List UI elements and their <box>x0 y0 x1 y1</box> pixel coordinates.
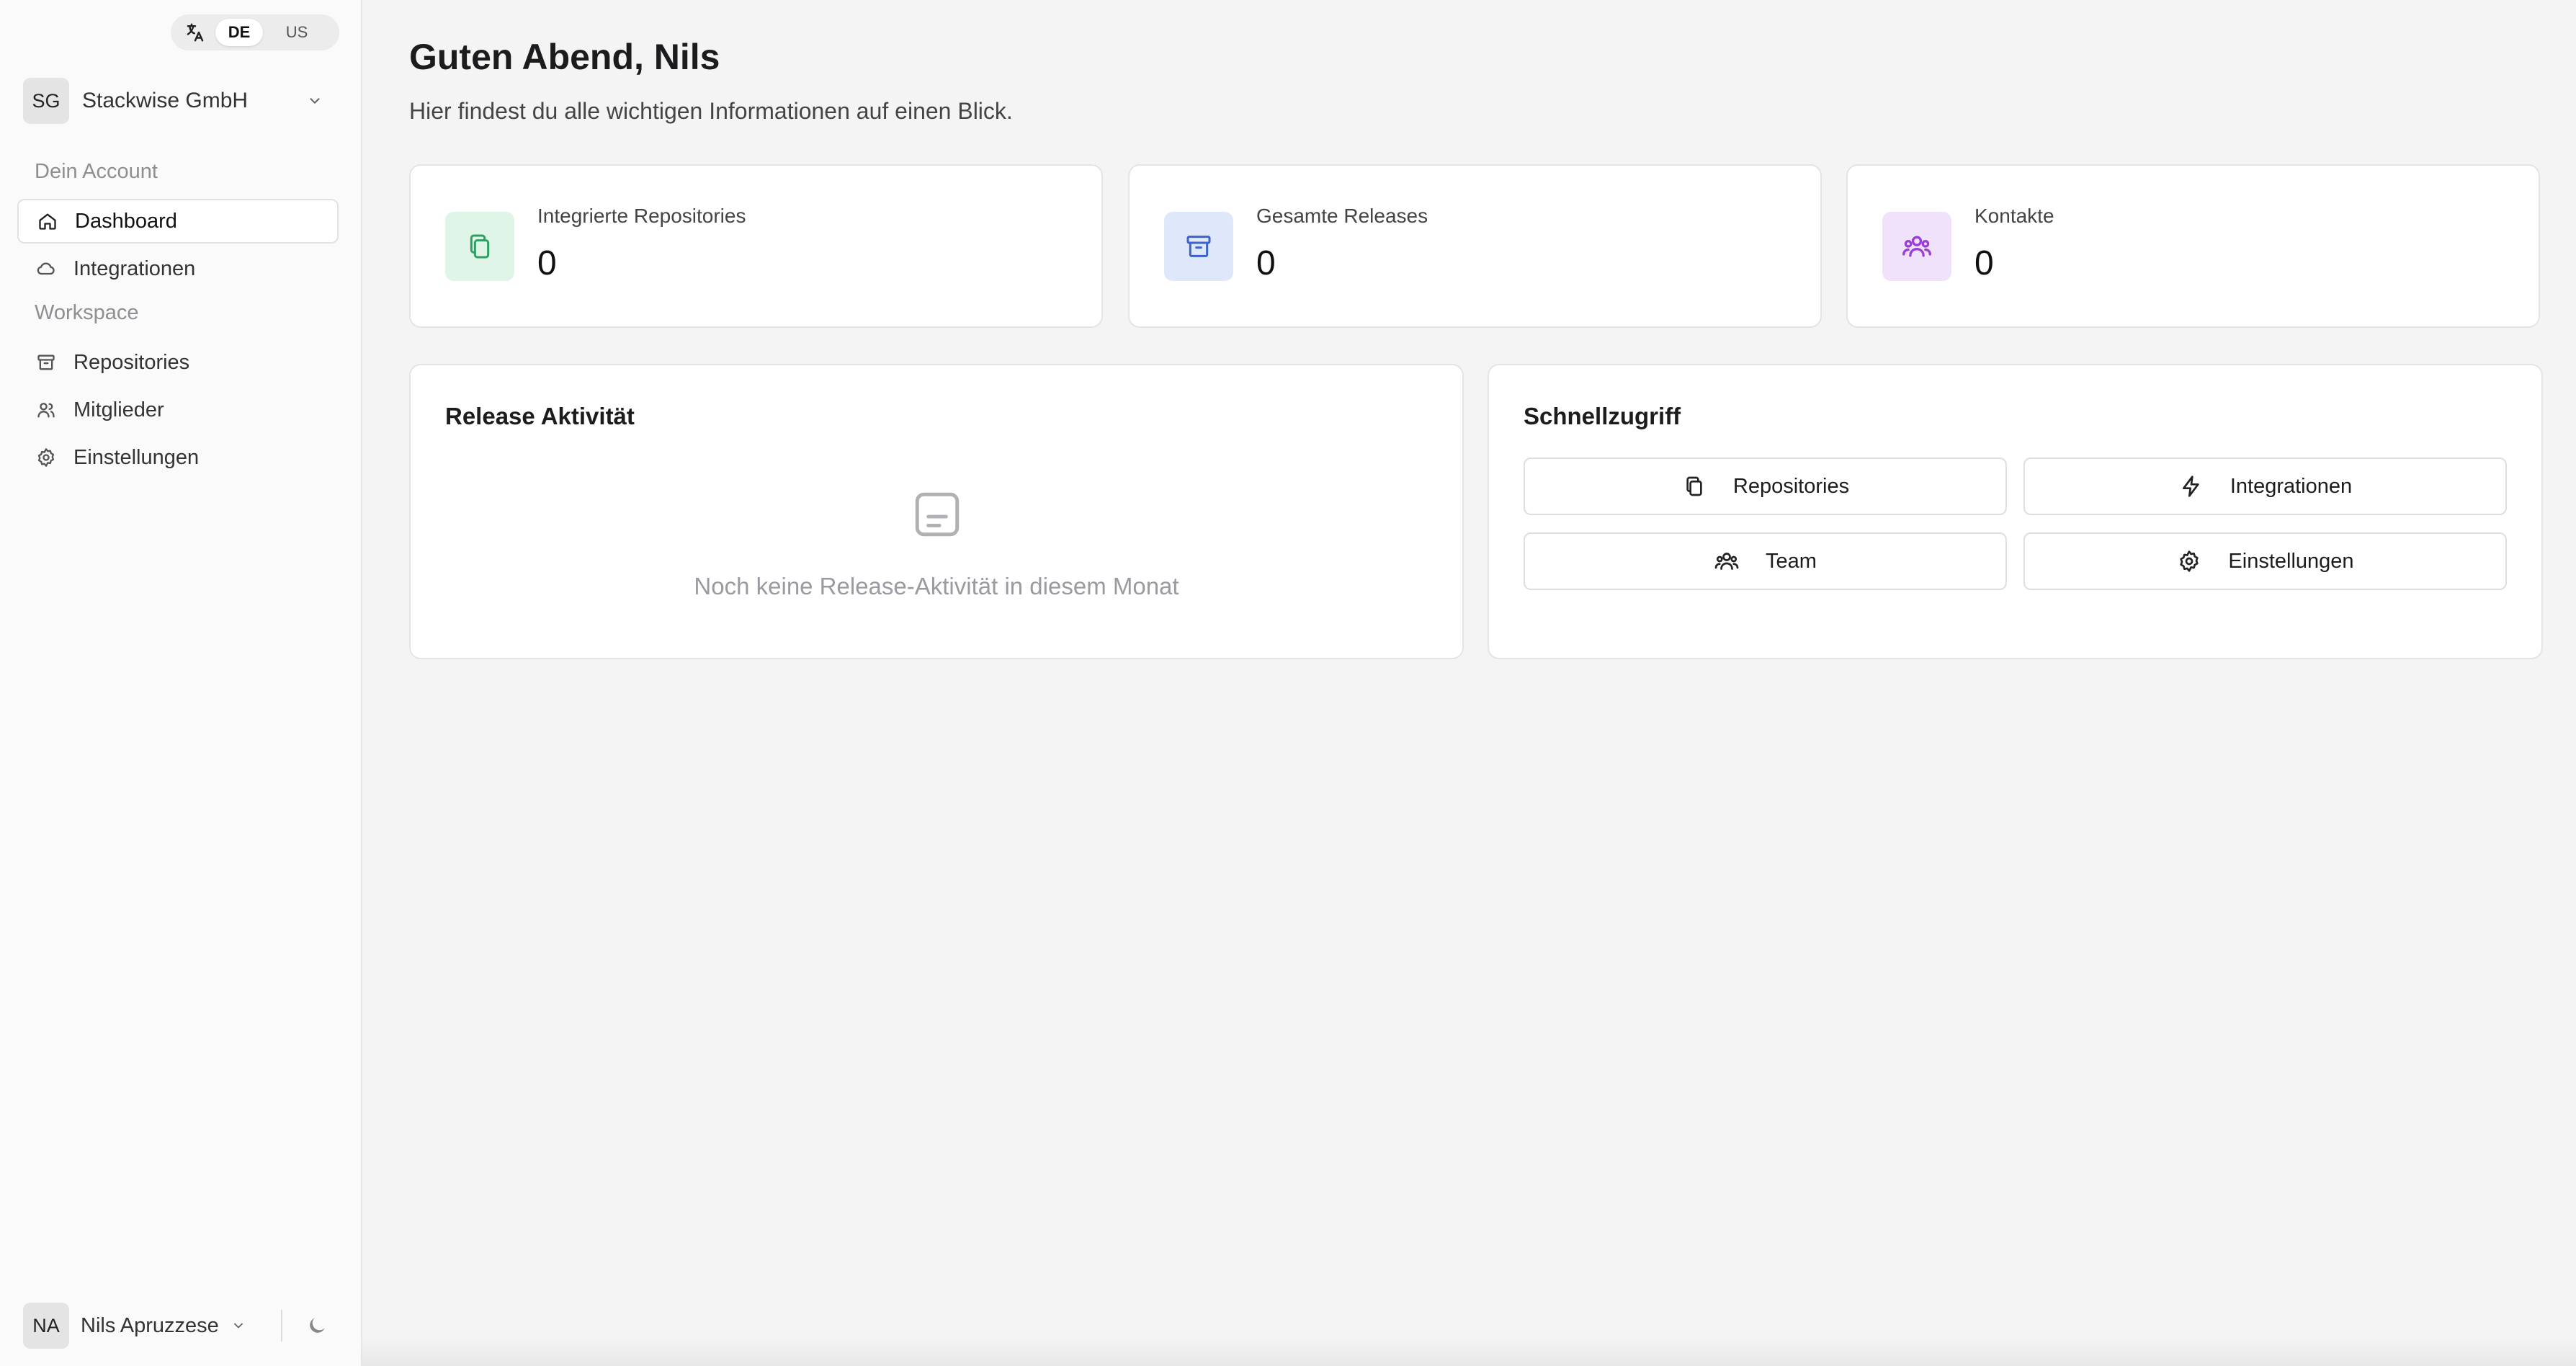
gear-icon <box>36 447 56 468</box>
divider <box>280 1310 282 1342</box>
home-icon <box>37 211 58 231</box>
stat-value: 0 <box>1975 244 1994 282</box>
button-label: Einstellungen <box>2228 549 2354 573</box>
sidebar-item-label: Repositories <box>73 350 190 374</box>
stat-label: Kontakte <box>1975 205 2054 227</box>
sidebar-item-integrations[interactable]: Integrationen <box>17 246 339 291</box>
stat-value: 0 <box>537 244 557 282</box>
stat-card-contacts: Kontakte 0 <box>1846 164 2540 328</box>
organization-name: Stackwise GmbH <box>82 89 249 112</box>
button-label: Integrationen <box>2230 474 2353 498</box>
sidebar-item-label: Mitglieder <box>73 398 164 421</box>
gear-icon <box>2176 548 2202 574</box>
stat-label: Integrierte Repositories <box>537 205 746 227</box>
archive-icon <box>1164 212 1233 281</box>
main-content: Guten Abend, Nils Hier findest du alle w… <box>362 0 2576 1366</box>
app-root: DE US SG Stackwise GmbH Dein Account Das… <box>0 0 2576 1366</box>
users-icon <box>1714 548 1740 574</box>
sidebar-item-dashboard[interactable]: Dashboard <box>17 199 339 244</box>
quick-settings-button[interactable]: Einstellungen <box>2023 532 2507 590</box>
quick-team-button[interactable]: Team <box>1524 532 2007 590</box>
button-label: Repositories <box>1732 474 1850 498</box>
sidebar-item-repositories[interactable]: Repositories <box>17 340 339 385</box>
release-activity-panel: Release Aktivität Noch keine Release-Akt… <box>409 364 1464 659</box>
language-switch: DE US <box>171 14 339 50</box>
chevron-down-icon <box>304 90 326 112</box>
copy-icon <box>445 212 514 281</box>
quick-repositories-button[interactable]: Repositories <box>1524 457 2007 515</box>
note-icon <box>911 488 964 541</box>
section-label-account: Dein Account <box>35 160 158 183</box>
page-title: Guten Abend, Nils <box>409 37 720 77</box>
user-name: Nils Apruzzese <box>81 1313 219 1337</box>
sidebar: DE US SG Stackwise GmbH Dein Account Das… <box>0 0 362 1366</box>
translate-icon[interactable] <box>175 18 215 47</box>
organization-avatar: SG <box>23 78 69 124</box>
sidebar-item-label: Integrationen <box>73 256 196 280</box>
stat-card-releases: Gesamte Releases 0 <box>1128 164 1822 328</box>
sidebar-item-members[interactable]: Mitglieder <box>17 388 339 432</box>
archive-icon <box>36 352 56 372</box>
sidebar-item-settings[interactable]: Einstellungen <box>17 435 339 480</box>
language-option-us[interactable]: US <box>273 19 321 46</box>
bottom-fade <box>362 1337 2576 1366</box>
chevron-down-icon <box>228 1315 249 1336</box>
user-avatar: NA <box>23 1303 69 1349</box>
moon-icon[interactable] <box>301 1310 333 1342</box>
panel-title: Schnellzugriff <box>1524 403 1681 429</box>
quick-access-panel: Schnellzugriff Repositories Integratione… <box>1488 364 2543 659</box>
sidebar-item-label: Einstellungen <box>73 445 200 469</box>
stat-label: Gesamte Releases <box>1256 205 1428 227</box>
section-label-workspace: Workspace <box>35 301 139 324</box>
sidebar-item-label: Dashboard <box>75 209 177 233</box>
language-option-de[interactable]: DE <box>215 19 263 46</box>
page-subtitle: Hier findest du alle wichtigen Informati… <box>409 98 1013 124</box>
user-menu[interactable]: NA Nils Apruzzese <box>23 1303 340 1349</box>
users-icon <box>36 400 56 420</box>
users-icon <box>1882 212 1951 281</box>
cloud-icon <box>36 259 56 279</box>
stat-value: 0 <box>1256 244 1276 282</box>
button-label: Team <box>1766 549 1817 573</box>
stat-card-repositories: Integrierte Repositories 0 <box>409 164 1103 328</box>
organization-switcher[interactable]: SG Stackwise GmbH <box>23 78 326 124</box>
panel-title: Release Aktivität <box>445 403 635 429</box>
copy-icon <box>1681 473 1707 499</box>
empty-state-text: Noch keine Release-Aktivität in diesem M… <box>694 573 1179 599</box>
bolt-icon <box>2178 473 2204 499</box>
quick-integrations-button[interactable]: Integrationen <box>2023 457 2507 515</box>
